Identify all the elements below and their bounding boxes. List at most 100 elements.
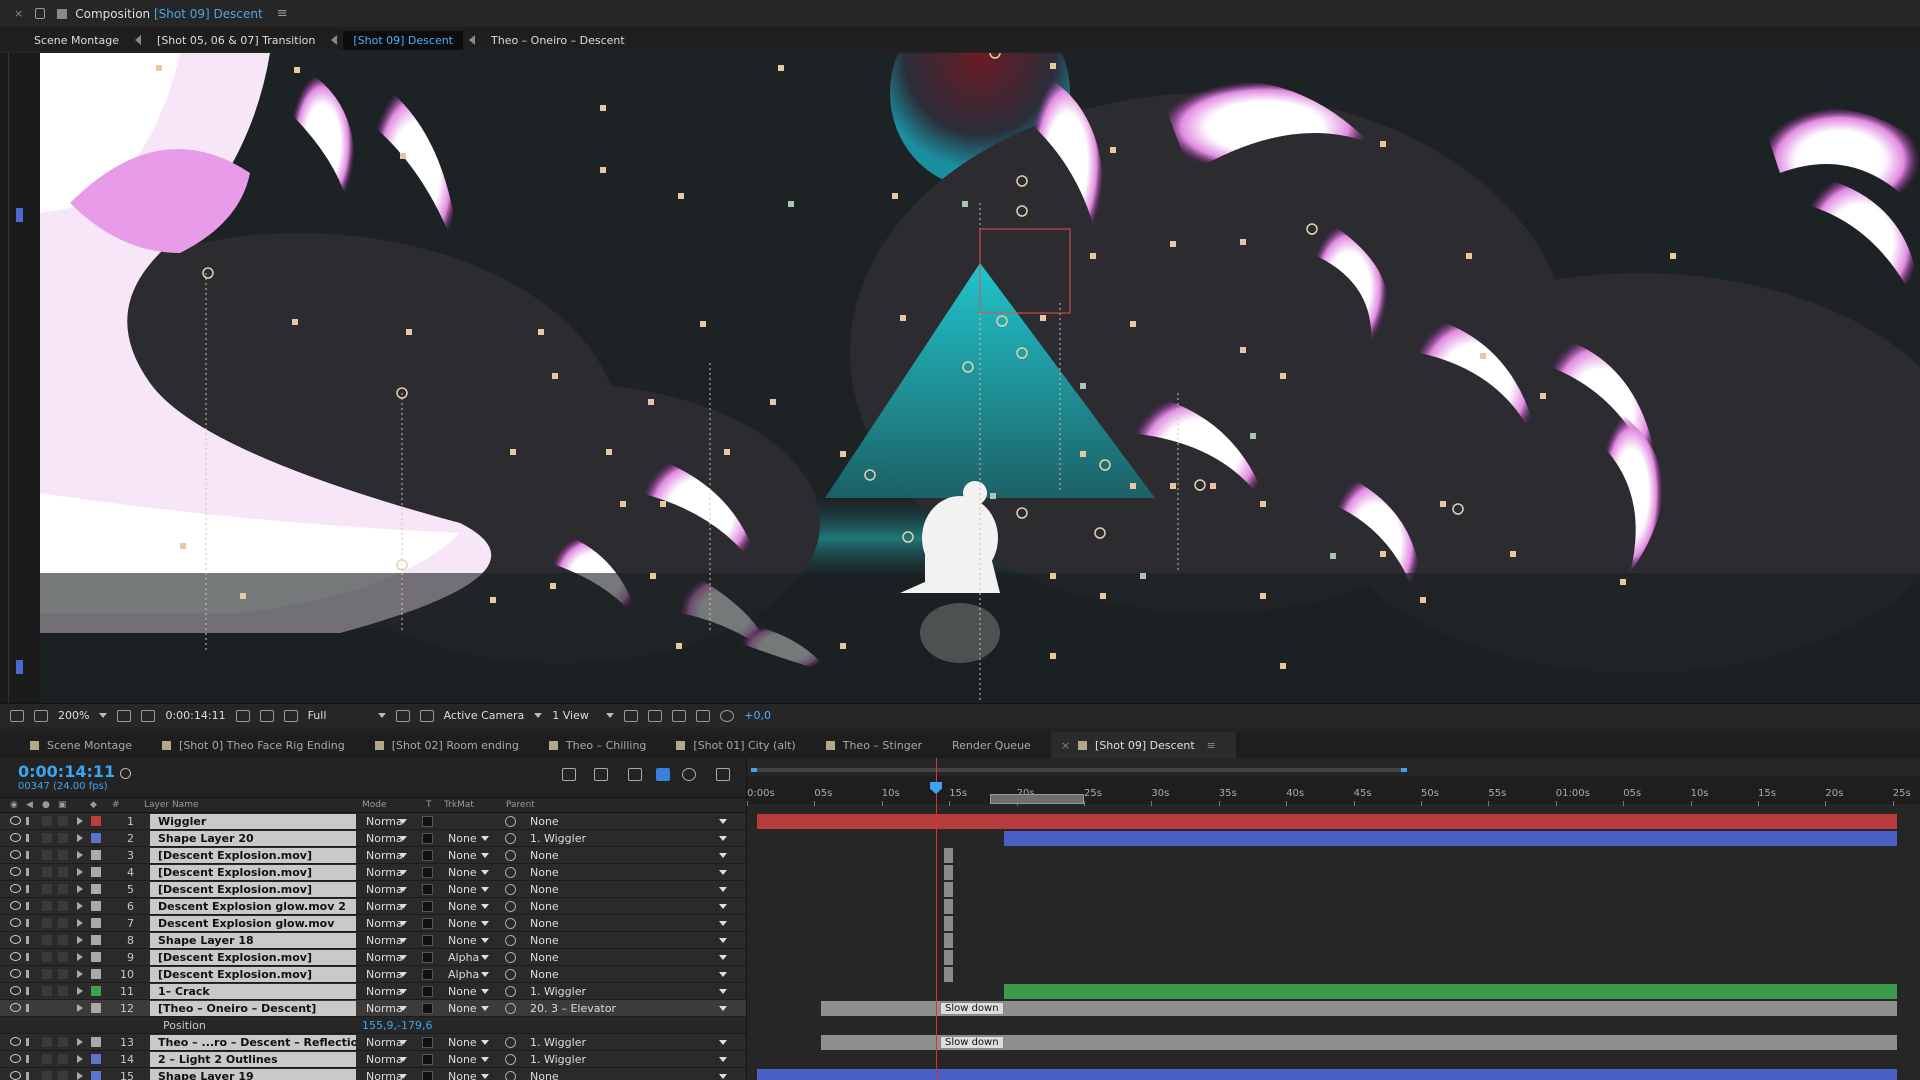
visibility-eye-icon[interactable]: [10, 935, 21, 944]
audio-icon[interactable]: [26, 868, 34, 876]
time-ruler[interactable]: 0:00s 05s 10s 15s 20s 25s 30s 35s 40s 45s 50s 55s 01…: [747, 776, 1920, 806]
audio-icon[interactable]: [26, 1038, 34, 1046]
draft-3d-icon[interactable]: [594, 768, 608, 781]
label-color-swatch[interactable]: [91, 1071, 101, 1080]
mask-visibility-icon[interactable]: [141, 709, 156, 722]
blend-mode-dropdown[interactable]: Norma: [358, 1035, 413, 1050]
transparency-grid-icon[interactable]: [419, 709, 434, 722]
label-color-swatch[interactable]: [91, 986, 101, 996]
audio-icon[interactable]: [26, 1072, 34, 1080]
layer-row[interactable]: 4 [Descent Explosion.mov] Norma None None: [0, 864, 746, 881]
composition-mini-flowchart-icon[interactable]: [562, 768, 576, 781]
audio-icon[interactable]: [26, 970, 34, 978]
parent-pickwhip-icon[interactable]: [505, 850, 516, 861]
expand-triangle-icon[interactable]: [77, 970, 83, 978]
time-navigator[interactable]: [747, 764, 1920, 776]
column-header-layer-name[interactable]: Layer Name: [144, 800, 199, 810]
solo-toggle[interactable]: [42, 952, 52, 962]
parent-pickwhip-icon[interactable]: [505, 867, 516, 878]
layer-row[interactable]: 11 1– Crack Norma None 1. Wiggler: [0, 983, 746, 1000]
blend-mode-dropdown[interactable]: Norma: [358, 882, 413, 897]
work-area-bar[interactable]: [990, 794, 1084, 804]
layer-row[interactable]: 9 [Descent Explosion.mov] Norma Alpha None: [0, 949, 746, 966]
region-of-interest-icon[interactable]: [395, 709, 410, 722]
layer-name[interactable]: Wiggler: [150, 814, 356, 829]
visibility-eye-icon[interactable]: [10, 1071, 21, 1080]
column-header-mode[interactable]: Mode: [362, 800, 387, 810]
expand-triangle-icon[interactable]: [77, 851, 83, 859]
frame-blending-icon[interactable]: [656, 768, 670, 781]
blend-mode-dropdown[interactable]: Norma: [358, 933, 413, 948]
layer-duration-bar[interactable]: [757, 814, 1897, 829]
label-column-icon[interactable]: ◆: [90, 800, 97, 810]
chevron-down-icon[interactable]: [377, 713, 386, 718]
camera-snapshot-icon[interactable]: [235, 709, 250, 722]
layer-row[interactable]: 15 Shape Layer 19 Norma None None: [0, 1068, 746, 1080]
track-matte-dropdown[interactable]: None: [440, 848, 495, 863]
timeline-icon[interactable]: [672, 709, 687, 722]
zoom-dropdown[interactable]: 200%: [58, 709, 89, 722]
parent-dropdown[interactable]: 1. Wiggler: [522, 1052, 727, 1067]
parent-dropdown[interactable]: 1. Wiggler: [522, 831, 727, 846]
visibility-eye-icon[interactable]: [10, 1037, 21, 1046]
property-row[interactable]: Position 155,9,-179,6: [0, 1017, 746, 1034]
tab-render-queue[interactable]: Render Queue: [942, 732, 1051, 758]
visibility-eye-icon[interactable]: [10, 918, 21, 927]
expand-triangle-icon[interactable]: [77, 987, 83, 995]
solo-toggle[interactable]: [42, 867, 52, 877]
blend-mode-dropdown[interactable]: Norma: [358, 1001, 413, 1016]
parent-dropdown[interactable]: None: [522, 882, 727, 897]
blend-mode-dropdown[interactable]: Norma: [358, 984, 413, 999]
track-matte-dropdown[interactable]: Alpha: [440, 967, 495, 982]
layer-marker-label[interactable]: Slow down: [939, 1002, 1004, 1015]
parent-dropdown[interactable]: 20. 3 – Elevator: [522, 1001, 727, 1016]
layer-duration-bar[interactable]: [943, 950, 954, 965]
expand-triangle-icon[interactable]: [77, 953, 83, 961]
solo-toggle[interactable]: [42, 935, 52, 945]
preserve-transparency-checkbox[interactable]: [422, 884, 433, 895]
solo-toggle[interactable]: [42, 816, 52, 826]
track-matte-dropdown[interactable]: None: [440, 916, 495, 931]
visibility-eye-icon[interactable]: [10, 986, 21, 995]
panel-menu-icon[interactable]: ≡: [1207, 739, 1216, 752]
layer-name[interactable]: Theo – ...ro – Descent – Reflection: [150, 1035, 356, 1050]
audio-icon[interactable]: [26, 953, 34, 961]
close-panel-icon[interactable]: ×: [14, 7, 23, 20]
timeline-panel[interactable]: 0:00s 05s 10s 15s 20s 25s 30s 35s 40s 45s 50s 55s 01…: [746, 758, 1920, 1080]
track-matte-dropdown[interactable]: None: [440, 1069, 495, 1080]
track-matte-dropdown[interactable]: None: [440, 1035, 495, 1050]
parent-pickwhip-icon[interactable]: [505, 901, 516, 912]
track-matte-dropdown[interactable]: None: [440, 1001, 495, 1016]
lock-toggle[interactable]: [58, 952, 68, 962]
visibility-eye-icon[interactable]: [10, 952, 21, 961]
blend-mode-dropdown[interactable]: Norma: [358, 950, 413, 965]
expand-triangle-icon[interactable]: [77, 1072, 83, 1080]
monitor-icon[interactable]: [34, 709, 48, 722]
solo-toggle[interactable]: [42, 884, 52, 894]
parent-dropdown[interactable]: None: [522, 1069, 727, 1080]
parent-pickwhip-icon[interactable]: [505, 986, 516, 997]
lock-toggle[interactable]: [58, 850, 68, 860]
expand-triangle-icon[interactable]: [77, 1004, 83, 1012]
layer-duration-bar[interactable]: [757, 1069, 1897, 1080]
preserve-transparency-checkbox[interactable]: [422, 969, 433, 980]
preserve-transparency-checkbox[interactable]: [422, 1071, 433, 1080]
expand-triangle-icon[interactable]: [77, 1038, 83, 1046]
preserve-transparency-checkbox[interactable]: [422, 867, 433, 878]
camera-dropdown[interactable]: Active Camera: [444, 709, 525, 722]
layer-name[interactable]: Shape Layer 18: [150, 933, 356, 948]
audio-icon[interactable]: [26, 987, 34, 995]
time-navigator-bar[interactable]: [751, 768, 1407, 772]
layer-duration-bar[interactable]: [943, 899, 954, 914]
parent-dropdown[interactable]: None: [522, 950, 727, 965]
parent-pickwhip-icon[interactable]: [505, 918, 516, 929]
solo-toggle[interactable]: [42, 1003, 52, 1013]
breadcrumb-item[interactable]: [Shot 05, 06 & 07] Transition: [147, 31, 325, 50]
audio-icon[interactable]: [26, 834, 34, 842]
audio-column-icon[interactable]: ◀: [26, 800, 33, 810]
expand-triangle-icon[interactable]: [77, 936, 83, 944]
view-layout-dropdown[interactable]: 1 View: [552, 709, 596, 722]
column-header-trkmat[interactable]: TrkMat: [444, 800, 474, 810]
preserve-transparency-checkbox[interactable]: [422, 833, 433, 844]
parent-dropdown[interactable]: None: [522, 967, 727, 982]
